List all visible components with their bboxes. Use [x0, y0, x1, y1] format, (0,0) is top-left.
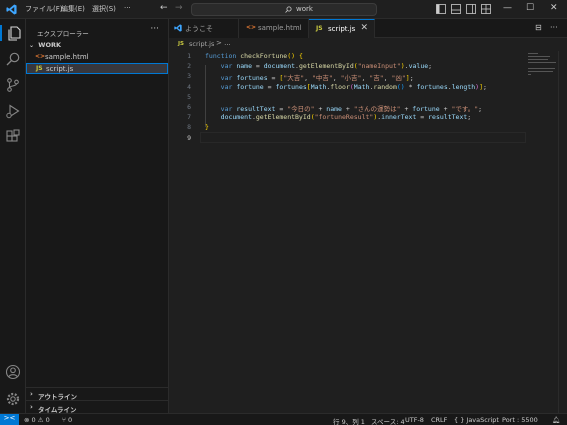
line-number: 4 [187, 82, 191, 91]
toggle-secondary-sidebar-icon[interactable] [466, 4, 476, 14]
line-ending[interactable]: CRLF [431, 416, 447, 424]
close-tab-icon[interactable]: ✕ [360, 23, 368, 33]
current-line-highlight [200, 132, 526, 143]
code-line[interactable]: var fortunes = ["大吉", "中吉", "小吉", "吉", "… [205, 72, 414, 82]
file-item-sample-html[interactable]: <> sample.html [26, 52, 168, 63]
line-number: 9 [187, 133, 191, 142]
customize-layout-icon[interactable] [481, 4, 491, 14]
title-bar: ファイル(F) 編集(E) 選択(S) ··· ← → work — ☐ ✕ [0, 0, 567, 19]
search-icon [285, 6, 292, 13]
source-control-icon[interactable] [5, 77, 21, 93]
code-line[interactable]: function checkFortune() { [205, 52, 303, 60]
close-window-icon[interactable]: ✕ [550, 3, 558, 13]
menu-selection[interactable]: 選択(S) [92, 4, 116, 14]
minimize-icon[interactable]: — [503, 3, 512, 13]
menu-edit[interactable]: 編集(E) [61, 4, 85, 14]
html-file-icon: <> [246, 24, 257, 31]
code-line[interactable]: var fortune = fortunes[Math.floor(Math.r… [205, 83, 487, 91]
remote-icon: >< [3, 414, 16, 422]
code-line[interactable]: document.getElementById("fortuneResult")… [205, 113, 472, 121]
problems-indicator[interactable]: ⊗ 0 ⚠ 0 [24, 416, 50, 424]
status-bar: >< ⊗ 0 ⚠ 0 ⑂ 0 行 9、列 1 スペース: 4 UTF-8 CRL… [0, 413, 567, 425]
activity-bar [0, 19, 26, 413]
language-mode[interactable]: { } JavaScript [454, 416, 499, 424]
breadcrumb-file[interactable]: script.js [189, 40, 214, 48]
outline-section[interactable]: › アウトライン [26, 387, 168, 401]
toggle-panel-icon[interactable] [451, 4, 461, 14]
forward-arrow-icon[interactable]: → [175, 3, 183, 13]
back-arrow-icon[interactable]: ← [160, 3, 168, 13]
line-number: 7 [187, 113, 191, 122]
files-icon [8, 26, 21, 41]
encoding[interactable]: UTF-8 [405, 416, 424, 424]
line-number: 2 [187, 62, 191, 71]
remote-indicator[interactable]: >< [0, 414, 19, 425]
notifications-bell-icon[interactable]: 🔔︎ [552, 416, 560, 424]
tab-label: sample.html [258, 24, 302, 32]
file-item-script-js[interactable]: JS script.js [26, 63, 168, 74]
explorer-more-actions[interactable]: ··· [150, 24, 159, 34]
explorer-sidebar: エクスプローラー ··· ⌄ WORK <> sample.html JS sc… [26, 19, 169, 414]
code-line[interactable]: var resultText = "今日の" + name + "さんの運勢は"… [205, 103, 482, 113]
line-number: 5 [187, 92, 191, 101]
breadcrumb: JS script.js > ... [169, 38, 567, 51]
timeline-section[interactable]: › タイムライン [26, 400, 168, 414]
run-debug-icon[interactable] [5, 103, 21, 119]
tab-label: script.js [328, 25, 356, 33]
search-text: work [296, 5, 313, 13]
tab-script-js[interactable]: JS script.js ✕ [309, 19, 375, 38]
split-editor-icon[interactable]: ⊟ [535, 23, 542, 32]
code-line[interactable]: } [205, 123, 209, 131]
tab-sample-html[interactable]: <> sample.html [239, 19, 309, 38]
line-number: 3 [187, 72, 191, 81]
file-name: sample.html [45, 53, 89, 61]
accounts-icon[interactable] [5, 364, 21, 380]
workspace-folder-name: WORK [38, 41, 62, 49]
cursor-position[interactable]: 行 9、列 1 [333, 416, 365, 425]
vertical-scrollbar[interactable] [558, 51, 567, 413]
chevron-right-icon: › [30, 403, 33, 411]
ports-indicator[interactable]: ⑂ 0 [62, 416, 72, 424]
js-file-icon: JS [316, 25, 323, 32]
menu-file[interactable]: ファイル(F) [25, 4, 63, 14]
vscode-tab-icon [174, 24, 182, 32]
chevron-down-icon: ⌄ [29, 42, 35, 49]
editor-tabs: ようこそ <> sample.html JS script.js ✕ ⊟ ··· [169, 19, 567, 38]
line-number: 6 [187, 103, 191, 111]
workspace-folder-header[interactable]: ⌄ WORK [29, 41, 61, 49]
minimap[interactable] [526, 51, 558, 91]
chevron-right-icon: › [30, 390, 33, 398]
js-file-icon: JS [36, 65, 43, 72]
code-line[interactable]: var name = document.getElementById("name… [205, 62, 432, 70]
vscode-logo-icon[interactable] [6, 4, 17, 15]
live-server-port[interactable]: Port : 5500 [502, 416, 538, 424]
html-file-icon: <> [35, 53, 46, 60]
line-number: 8 [187, 123, 191, 132]
explorer-activity[interactable] [0, 25, 26, 41]
line-number: 1 [187, 52, 191, 60]
code-editor[interactable]: 1 2345 6 789 function checkFortune() { var … [169, 51, 567, 413]
tab-welcome[interactable]: ようこそ [169, 19, 239, 38]
explorer-title: エクスプローラー [37, 30, 89, 38]
file-name: script.js [46, 65, 74, 73]
indentation-spaces[interactable]: スペース: 4 [371, 416, 405, 425]
settings-gear-icon[interactable] [5, 391, 21, 407]
tab-label: ようこそ [185, 25, 213, 33]
js-file-icon: JS [178, 41, 185, 47]
maximize-icon[interactable]: ☐ [526, 3, 534, 13]
editor-more-actions-icon[interactable]: ··· [550, 23, 558, 32]
extensions-icon[interactable] [5, 129, 21, 145]
command-center-search[interactable]: work [191, 3, 377, 16]
menu-more[interactable]: ··· [124, 4, 131, 12]
search-activity-icon[interactable] [5, 51, 21, 67]
breadcrumb-more[interactable]: > ... [216, 39, 231, 47]
toggle-primary-sidebar-icon[interactable] [436, 4, 446, 14]
